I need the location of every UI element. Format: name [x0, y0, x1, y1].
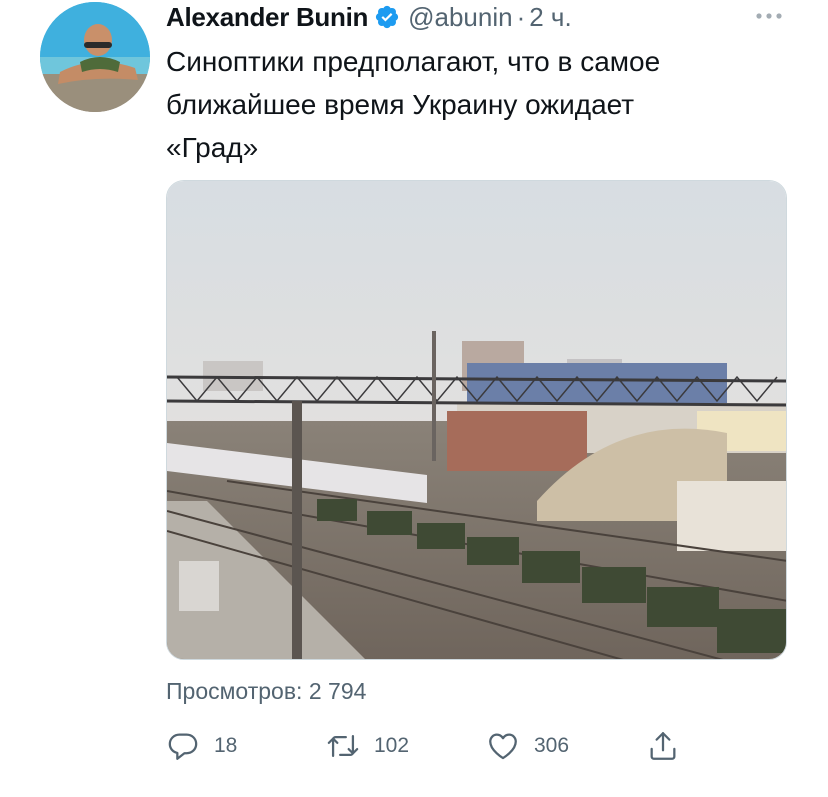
tweet-media-image[interactable] [166, 180, 787, 660]
reply-button[interactable]: 18 [166, 728, 237, 764]
more-dots-icon[interactable] [752, 6, 786, 26]
heart-icon [489, 733, 517, 760]
retweet-button[interactable]: 102 [326, 728, 409, 764]
railway-photo [167, 181, 786, 659]
views-count: Просмотров: 2 794 [166, 678, 366, 705]
avatar-photo [40, 2, 150, 112]
tweet-actions: 18 102 306 [166, 728, 786, 764]
author-handle[interactable]: @abunin [408, 2, 512, 33]
tweet: Alexander Bunin @abunin · 2 ч. Синоптики… [0, 0, 828, 797]
tweet-timestamp[interactable]: 2 ч. [529, 2, 571, 33]
share-upload-icon [650, 732, 676, 760]
tweet-text: Синоптики предполагают, что в самое ближ… [166, 46, 661, 163]
share-button[interactable] [646, 728, 680, 764]
author-avatar[interactable] [40, 2, 150, 112]
reply-count: 18 [214, 734, 238, 757]
like-count: 306 [534, 734, 570, 757]
views-number: 2 794 [308, 678, 367, 704]
retweet-arrows-icon [327, 734, 359, 758]
verified-badge-icon [375, 5, 399, 29]
reply-bubble-icon [168, 733, 198, 760]
separator-dot: · [516, 1, 526, 32]
retweet-count: 102 [374, 734, 410, 757]
views-label: Просмотров: [166, 678, 303, 704]
like-button[interactable]: 306 [486, 728, 569, 764]
tweet-header: Alexander Bunin @abunin · 2 ч. [166, 0, 572, 34]
author-name[interactable]: Alexander Bunin [166, 2, 368, 33]
